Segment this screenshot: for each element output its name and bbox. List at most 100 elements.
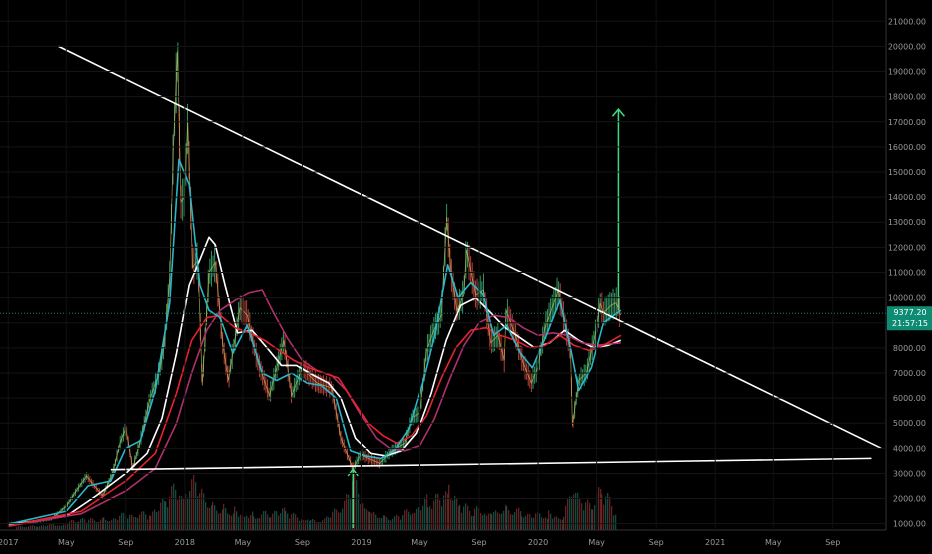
volume-bar bbox=[548, 510, 550, 530]
volume-bar bbox=[465, 503, 467, 530]
volume-bar bbox=[255, 518, 257, 530]
volume-bar bbox=[484, 513, 486, 530]
volume-bar bbox=[369, 511, 371, 530]
volume-bar bbox=[39, 526, 41, 530]
volume-bar bbox=[338, 512, 340, 530]
volume-bar bbox=[299, 520, 301, 530]
y-tick-label: 19000.00 bbox=[888, 68, 926, 77]
volume-bar bbox=[115, 518, 117, 530]
volume-bar bbox=[558, 518, 560, 530]
volume-bar bbox=[585, 502, 587, 530]
volume-bar bbox=[456, 498, 458, 530]
volume-bar bbox=[412, 513, 414, 530]
volume-bar bbox=[129, 515, 131, 530]
volume-bar bbox=[160, 502, 162, 530]
y-tick-label: 18000.00 bbox=[888, 93, 926, 102]
volume-bar bbox=[30, 525, 32, 530]
volume-bar bbox=[105, 519, 107, 530]
volume-bar bbox=[152, 511, 154, 530]
volume-bar bbox=[410, 514, 412, 530]
x-tick-label: Sep bbox=[118, 538, 133, 547]
volume-bar bbox=[276, 511, 278, 530]
volume-bar bbox=[589, 502, 591, 530]
volume-bar bbox=[314, 520, 316, 530]
volume-bar bbox=[420, 510, 422, 530]
volume-bar bbox=[197, 496, 199, 530]
volume-bar bbox=[263, 511, 265, 530]
volume-bar bbox=[371, 512, 373, 530]
volume-bar bbox=[573, 494, 575, 530]
volume-bar bbox=[518, 507, 520, 530]
volume-bar bbox=[491, 514, 493, 530]
price-chart[interactable]: 1000.00 2000.00 3000.00 4000.00 5000.00 6000.… bbox=[0, 0, 932, 550]
volume-bar bbox=[469, 510, 471, 530]
volume-bar bbox=[158, 510, 160, 530]
volume-bar bbox=[218, 513, 220, 530]
volume-bar bbox=[605, 496, 607, 530]
volume-bar bbox=[499, 513, 501, 530]
volume-bar bbox=[565, 505, 567, 530]
volume-bar bbox=[552, 518, 554, 530]
volume-bar bbox=[452, 500, 454, 530]
volume-bar bbox=[461, 512, 463, 530]
volume-bar bbox=[143, 511, 145, 530]
volume-bar bbox=[454, 495, 456, 530]
volume-bar bbox=[80, 519, 82, 530]
volume-bar bbox=[287, 513, 289, 530]
volume-bar bbox=[390, 520, 392, 530]
volume-bar bbox=[571, 496, 573, 530]
volume-bar bbox=[506, 506, 508, 530]
volume-bar bbox=[422, 505, 424, 530]
volume-bar bbox=[291, 514, 293, 530]
volume-bar bbox=[346, 494, 348, 530]
y-tick-label: 20000.00 bbox=[888, 42, 926, 51]
volume-bar bbox=[150, 516, 152, 530]
volume-bar bbox=[433, 500, 435, 530]
volume-bar bbox=[227, 513, 229, 530]
y-tick-label: 5000.00 bbox=[893, 419, 926, 428]
volume-bar bbox=[88, 519, 90, 530]
volume-bar bbox=[307, 519, 309, 530]
volume-bar bbox=[400, 519, 402, 530]
volume-bar bbox=[154, 509, 156, 530]
volume-bar bbox=[109, 521, 111, 530]
volume-bar bbox=[398, 516, 400, 530]
volume-bar bbox=[236, 511, 238, 530]
volume-bar bbox=[282, 508, 284, 530]
volume-bar bbox=[212, 501, 214, 530]
volume-bar bbox=[183, 498, 185, 530]
candle-countdown: 21:57:15 bbox=[892, 319, 928, 328]
volume-bar bbox=[261, 514, 263, 530]
volume-bar bbox=[512, 514, 514, 530]
volume-bar bbox=[384, 515, 386, 530]
volume-bar bbox=[119, 515, 121, 530]
volume-bar bbox=[601, 494, 603, 530]
volume-bar bbox=[305, 520, 307, 530]
x-tick-label: May bbox=[588, 538, 605, 547]
volume-bar bbox=[443, 495, 445, 530]
volume-bar bbox=[267, 514, 269, 530]
volume-bar bbox=[388, 519, 390, 530]
x-tick-label: 2019 bbox=[351, 538, 371, 547]
volume-bar bbox=[567, 498, 569, 530]
volume-bar bbox=[303, 520, 305, 530]
volume-bar bbox=[107, 521, 109, 530]
x-tick-label: Sep bbox=[295, 538, 310, 547]
volume-bar bbox=[439, 499, 441, 530]
volume-bar bbox=[525, 515, 527, 530]
volume-bar bbox=[223, 503, 225, 530]
x-tick-label: May bbox=[235, 538, 252, 547]
volume-bar bbox=[539, 513, 541, 530]
volume-bar bbox=[121, 512, 123, 530]
volume-bar bbox=[342, 508, 344, 530]
volume-bar bbox=[463, 506, 465, 530]
volume-bar bbox=[84, 519, 86, 530]
volume-bar bbox=[579, 498, 581, 530]
volume-bar bbox=[402, 515, 404, 530]
volume-bar bbox=[375, 514, 377, 530]
volume-bar bbox=[344, 500, 346, 530]
x-tick-label: Sep bbox=[649, 538, 664, 547]
volume-bar bbox=[535, 513, 537, 530]
volume-bar bbox=[482, 515, 484, 530]
volume-bar bbox=[141, 511, 143, 530]
